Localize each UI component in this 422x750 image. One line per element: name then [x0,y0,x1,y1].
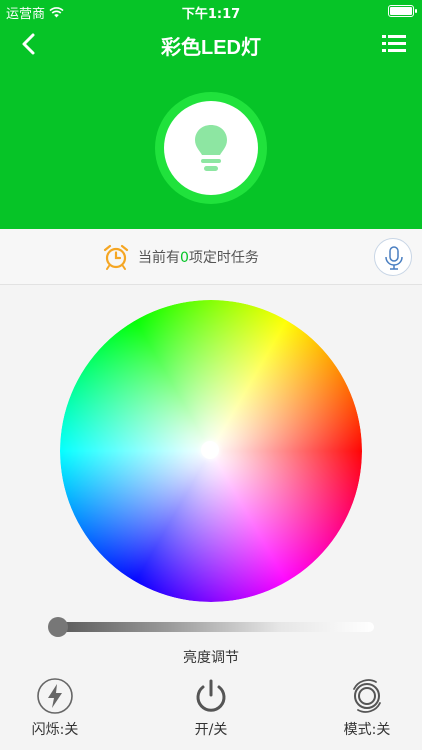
mode-label: 模式:关 [343,722,391,738]
alarm-clock-icon [103,244,129,270]
power-button[interactable]: 开/关 [171,677,251,743]
brightness-label: 亮度调节 [183,650,239,666]
nav-bar: 彩色LED灯 [0,22,422,66]
timer-prefix: 当前有 [138,250,180,266]
status-bar: 运营商 下午1:17 [0,0,422,22]
battery-icon [388,5,417,17]
power-label: 开/关 [194,722,228,738]
timer-suffix: 项定时任务 [188,250,259,266]
timer-count: 0 [180,250,189,266]
brightness-slider-thumb[interactable] [48,617,68,637]
bulb-toggle[interactable] [155,92,267,204]
power-icon [196,679,226,712]
brightness-slider-track[interactable] [58,622,374,632]
flash-button[interactable]: 闪烁:关 [15,677,95,743]
color-picker-handle[interactable] [201,441,219,459]
page-title: 彩色LED灯 [161,37,261,59]
bulb-disc [164,101,258,195]
mode-icon [353,679,381,713]
microphone-icon [385,246,403,270]
list-icon [382,35,406,52]
menu-button[interactable] [380,30,408,58]
status-time: 下午1:17 [181,7,241,22]
timer-summary: 当前有0项定时任务 [138,247,259,267]
lightning-icon [37,678,73,714]
voice-button[interactable] [374,238,412,276]
mode-button[interactable]: 模式:关 [327,677,407,743]
timer-bar[interactable]: 当前有0项定时任务 [0,229,422,285]
light-bulb-icon [195,125,227,171]
flash-label: 闪烁:关 [31,722,79,738]
